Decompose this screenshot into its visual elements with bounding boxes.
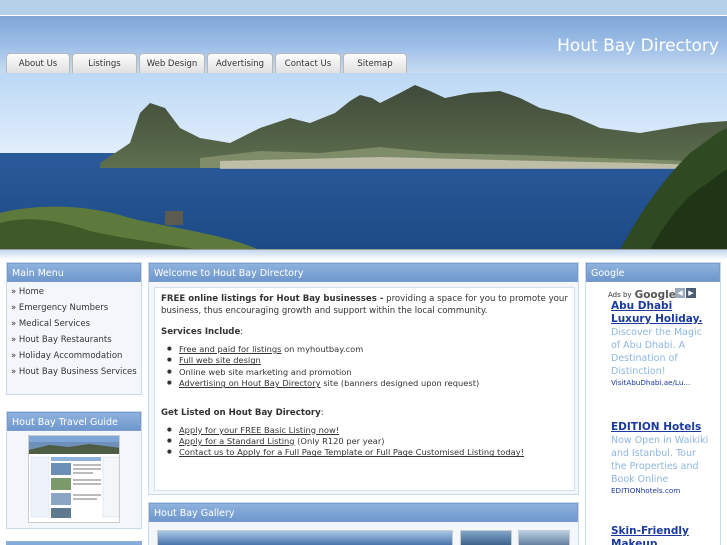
service-item: Free and paid for listings on myhoutbay.…	[167, 344, 568, 356]
top-strip	[0, 0, 727, 15]
google-title: Google	[586, 263, 720, 282]
listing-item: Apply for your FREE Basic Listing now!	[167, 425, 568, 437]
welcome-content: FREE online listings for Hout Bay busine…	[154, 287, 575, 491]
listing-item: Contact us to Apply for a Full Page Temp…	[167, 447, 568, 459]
ad-title-link[interactable]: Skin-Friendly Makeup	[611, 525, 711, 545]
service-link[interactable]: Free and paid for listings	[179, 344, 281, 354]
listing-link[interactable]: Contact us to Apply for a Full Page Temp…	[179, 447, 524, 457]
site-title: Hout Bay Directory	[557, 36, 719, 56]
listing-link[interactable]: Apply for your FREE Basic Listing now!	[179, 425, 339, 435]
main-menu-list: » Home » Emergency Numbers » Medical Ser…	[7, 282, 141, 386]
service-link[interactable]: Advertising on Hout Bay Directory	[179, 378, 321, 388]
ad-body: Now Open in Waikiki and Istanbul. Tour t…	[611, 435, 709, 485]
ad-item: EDITION Hotels Now Open in Waikiki and I…	[611, 421, 711, 495]
google-ads-panel: Google Ads by Google ◀ ▶ Abu Dhabi Luxur…	[585, 262, 721, 545]
content-top-strip	[0, 250, 727, 260]
travel-guide-panel: Hout Bay Travel Guide	[6, 411, 142, 529]
tab-advertising[interactable]: Advertising	[207, 53, 273, 73]
menu-item-medical-services[interactable]: » Medical Services	[11, 318, 137, 334]
left-next-panel-title	[6, 541, 142, 545]
travel-guide-title: Hout Bay Travel Guide	[7, 412, 141, 431]
service-text: Online web site marketing and promotion	[179, 366, 352, 377]
hout-bay-landscape-image	[0, 73, 727, 249]
menu-item-business-services[interactable]: » Hout Bay Business Services	[11, 366, 137, 382]
gallery-thumb-image[interactable]	[460, 530, 512, 545]
hero-banner-image	[0, 73, 727, 250]
gallery-thumb-image[interactable]	[518, 530, 570, 545]
listing-item: Apply for a Standard Listing (Only R120 …	[167, 436, 568, 448]
main-menu-panel: Main Menu » Home » Emergency Numbers » M…	[6, 262, 142, 395]
tab-about-us[interactable]: About Us	[6, 53, 70, 73]
service-text: site (banners designed upon request)	[320, 378, 480, 389]
services-heading-line: Services Include:	[161, 327, 244, 337]
tab-sitemap[interactable]: Sitemap	[343, 53, 407, 73]
guide-screenshot-image	[29, 436, 119, 518]
ads-by-label: Ads by	[608, 291, 632, 299]
ad-body: Discover the Magic of Abu Dhabi. A Desti…	[611, 327, 702, 377]
gallery-title: Hout Bay Gallery	[149, 503, 578, 522]
service-link[interactable]: Full web site design	[179, 355, 261, 365]
services-heading: Services Include	[161, 327, 241, 337]
welcome-title: Welcome to Hout Bay Directory	[149, 263, 578, 282]
service-text: on myhoutbay.com	[281, 344, 364, 354]
chevron-left-icon[interactable]: ◀	[675, 288, 685, 298]
listing-options-list: Apply for your FREE Basic Listing now! A…	[161, 425, 568, 460]
listed-heading: Get Listed on Hout Bay Directory	[161, 407, 321, 418]
tab-contact-us[interactable]: Contact Us	[275, 53, 341, 73]
services-list: Free and paid for listings on myhoutbay.…	[161, 344, 568, 390]
listed-heading-line: Get Listed on Hout Bay Directory:	[161, 407, 324, 418]
ad-item: Skin-Friendly Makeup	[611, 525, 711, 545]
menu-item-holiday-accommodation[interactable]: » Holiday Accommodation	[11, 350, 137, 366]
service-item: Online web site marketing and promotion	[167, 366, 568, 379]
ad-url[interactable]: EDITIONhotels.com	[611, 486, 711, 495]
travel-guide-thumbnail[interactable]	[28, 435, 120, 523]
listing-link[interactable]: Apply for a Standard Listing	[179, 436, 295, 446]
welcome-panel: Welcome to Hout Bay Directory FREE onlin…	[148, 262, 579, 495]
main-menu-title: Main Menu	[7, 263, 141, 282]
menu-item-emergency-numbers[interactable]: » Emergency Numbers	[11, 302, 137, 318]
welcome-intro: FREE online listings for Hout Bay busine…	[161, 294, 568, 317]
tab-web-design[interactable]: Web Design	[139, 53, 205, 73]
menu-item-hout-bay-restaurants[interactable]: » Hout Bay Restaurants	[11, 334, 137, 350]
chevron-right-icon[interactable]: ▶	[686, 288, 696, 298]
tab-listings[interactable]: Listings	[72, 53, 137, 73]
ad-pager: ◀ ▶	[675, 288, 696, 298]
listing-text: (Only R120 per year)	[294, 436, 385, 447]
service-item: Advertising on Hout Bay Directory site (…	[167, 378, 568, 390]
gallery-panel: Hout Bay Gallery	[148, 502, 579, 545]
ad-title-link[interactable]: Abu Dhabi Luxury Holiday.	[611, 300, 711, 326]
ad-item: Abu Dhabi Luxury Holiday. Discover the M…	[611, 300, 711, 387]
main-nav: About Us Listings Web Design Advertising…	[6, 53, 407, 73]
intro-bold: FREE online listings for Hout Bay busine…	[161, 294, 384, 304]
ad-url[interactable]: VisitAbuDhabi.ae/Lu...	[611, 378, 711, 387]
ad-title-link[interactable]: EDITION Hotels	[611, 421, 711, 434]
gallery-main-image[interactable]	[157, 530, 453, 545]
menu-item-home[interactable]: » Home	[11, 286, 137, 302]
service-item: Full web site design	[167, 355, 568, 367]
